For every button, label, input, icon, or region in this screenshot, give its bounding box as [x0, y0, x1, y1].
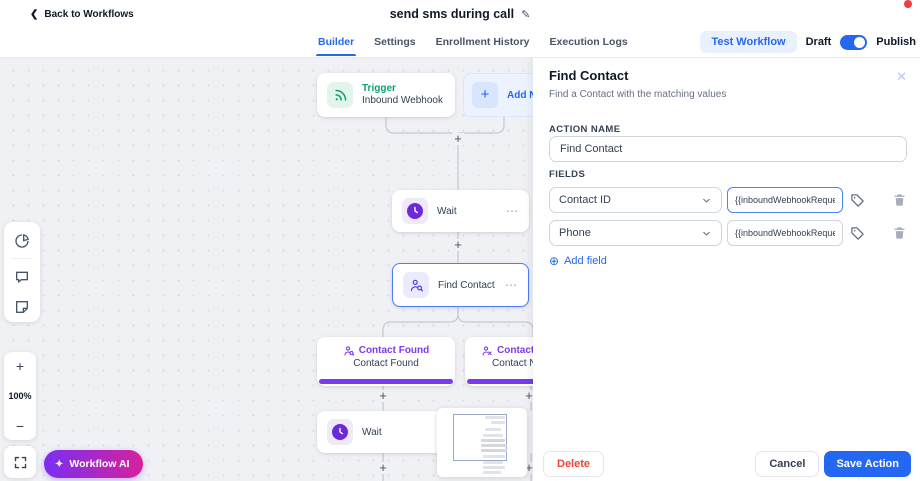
add-node-button[interactable]: + — [452, 239, 464, 251]
panel-title: Find Contact — [549, 68, 628, 83]
trigger-type-label: Trigger — [362, 83, 443, 95]
field-key-value: Phone — [559, 227, 591, 239]
minimap-content-bar — [481, 449, 507, 452]
wait-node-1[interactable]: Wait ⋯ — [392, 190, 529, 232]
tab-enrollment-history[interactable]: Enrollment History — [436, 28, 530, 56]
trash-icon[interactable] — [892, 225, 907, 241]
add-node-button[interactable]: + — [452, 133, 464, 145]
toggle-knob — [854, 37, 865, 48]
branch-accent-bar — [319, 379, 453, 384]
add-field-button[interactable]: ⊕ Add field — [549, 255, 607, 267]
sparkle-icon: ✦ — [55, 459, 63, 470]
trigger-node[interactable]: Trigger Inbound Webhook — [317, 73, 455, 117]
minimap-content-bar — [483, 466, 505, 469]
panel-subtitle: Find a Contact with the matching values — [549, 89, 726, 100]
field-key-select[interactable]: Phone — [549, 220, 722, 246]
trash-icon[interactable] — [892, 192, 907, 208]
plus-icon: + — [472, 82, 498, 108]
field-key-value: Contact ID — [559, 194, 611, 206]
clock-icon — [402, 198, 428, 224]
zoom-in-button[interactable]: + — [16, 359, 24, 373]
minimap-content-bar — [483, 461, 503, 464]
header-bar: ❮ Back to Workflows send sms during call… — [0, 0, 920, 28]
minimap-content-bar — [485, 416, 505, 419]
save-action-button[interactable]: Save Action — [824, 451, 911, 477]
unsaved-changes-dot — [904, 0, 912, 8]
branch-tag-label: Contact Found — [359, 344, 430, 357]
field-value-input[interactable] — [727, 220, 843, 246]
person-x-icon — [481, 345, 493, 357]
node-menu-icon[interactable]: ⋯ — [505, 278, 518, 292]
expand-icon — [13, 455, 28, 470]
publish-toggle[interactable] — [840, 35, 867, 50]
wait-node-2[interactable]: Wait — [317, 411, 455, 453]
chevron-down-icon — [701, 228, 712, 239]
delete-button[interactable]: Delete — [543, 451, 604, 477]
zoom-out-button[interactable]: − — [16, 419, 24, 433]
tab-builder[interactable]: Builder — [318, 28, 354, 56]
workflow-ai-label: Workflow AI — [69, 458, 129, 470]
action-name-label: ACTION NAME — [549, 124, 620, 135]
minimap-content-bar — [491, 421, 505, 424]
fullscreen-button[interactable] — [4, 446, 36, 478]
person-search-icon — [403, 272, 429, 298]
field-key-select[interactable]: Contact ID — [549, 187, 722, 213]
comment-icon[interactable] — [14, 269, 30, 285]
tab-execution-logs[interactable]: Execution Logs — [550, 28, 628, 56]
back-to-workflows-link[interactable]: ❮ Back to Workflows — [30, 0, 134, 28]
fields-label: FIELDS — [549, 169, 585, 180]
minimap-content-bar — [481, 444, 507, 447]
chevron-down-icon — [701, 195, 712, 206]
find-contact-node-label: Find Contact — [438, 280, 495, 291]
tag-icon[interactable] — [850, 226, 865, 241]
trigger-name: Inbound Webhook — [362, 95, 443, 107]
action-panel: Find Contact ✕ Find a Contact with the m… — [533, 57, 920, 481]
publish-label: Publish — [876, 36, 916, 48]
wait-node-label: Wait — [437, 206, 457, 217]
minimap-content-bar — [481, 439, 505, 442]
minimap-content-bar — [483, 434, 503, 437]
add-node-button[interactable]: + — [377, 390, 389, 402]
wait-node-label: Wait — [362, 427, 382, 438]
tab-bar: Builder Settings Enrollment History Exec… — [0, 28, 920, 58]
branch-contact-found[interactable]: Contact Found Contact Found — [317, 337, 455, 386]
minimap-content-bar — [483, 471, 501, 474]
close-icon[interactable]: ✕ — [896, 69, 907, 85]
zoom-controls: + 100% − — [4, 352, 36, 440]
branch-name: Contact Found — [353, 357, 419, 371]
tab-settings[interactable]: Settings — [374, 28, 415, 56]
field-value-input[interactable] — [727, 187, 843, 213]
draft-label: Draft — [806, 36, 832, 48]
tag-icon[interactable] — [850, 193, 865, 208]
action-name-input[interactable] — [549, 136, 907, 162]
workflow-title: send sms during call — [390, 7, 514, 21]
canvas-toolbar — [4, 222, 40, 322]
minimap[interactable] — [437, 408, 527, 477]
add-node-button[interactable]: + — [377, 462, 389, 474]
minimap-content-bar — [483, 455, 505, 458]
chevron-left-icon: ❮ — [30, 9, 38, 20]
stats-icon[interactable] — [14, 233, 30, 249]
minimap-content-bar — [485, 428, 501, 431]
person-check-icon — [343, 345, 355, 357]
toolbar-divider — [11, 258, 33, 259]
circled-plus-icon: ⊕ — [549, 255, 559, 267]
zoom-level: 100% — [8, 391, 31, 401]
test-workflow-button[interactable]: Test Workflow — [700, 31, 796, 53]
workflow-builder-app: + + + + + + Trigger Inbound Webhook + Ad… — [0, 0, 920, 481]
clock-icon — [327, 419, 353, 445]
find-contact-node[interactable]: Find Contact ⋯ — [392, 263, 529, 307]
webhook-icon — [327, 82, 353, 108]
sticky-note-icon[interactable] — [14, 299, 30, 315]
add-field-label: Add field — [564, 255, 607, 267]
node-menu-icon[interactable]: ⋯ — [506, 204, 519, 218]
cancel-button[interactable]: Cancel — [755, 451, 819, 477]
edit-title-icon[interactable]: ✎ — [521, 8, 530, 21]
back-label: Back to Workflows — [44, 9, 133, 20]
workflow-ai-button[interactable]: ✦ Workflow AI — [44, 450, 143, 478]
